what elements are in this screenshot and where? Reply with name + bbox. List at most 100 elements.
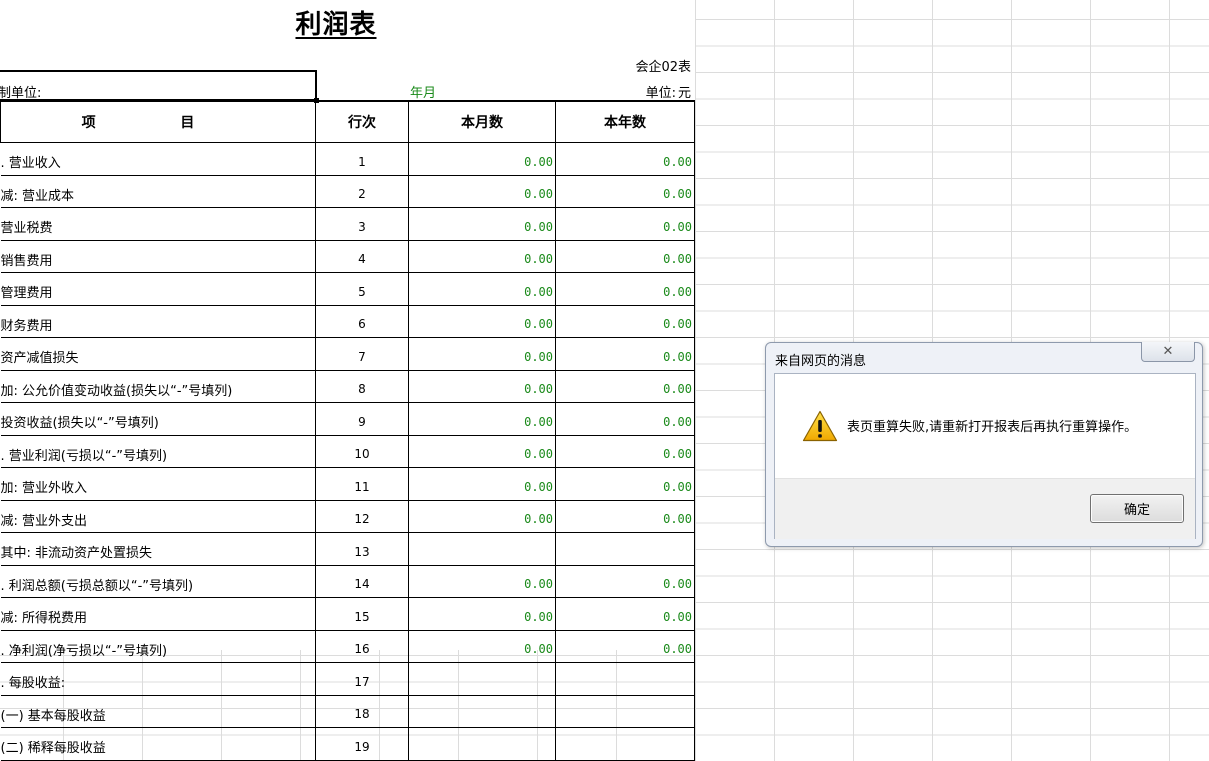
row-item-cell[interactable]: 财务费用 [0, 304, 316, 338]
row-item-cell[interactable]: . 营业利润(亏损以“-”号填列) [0, 434, 316, 468]
row-year-cell[interactable] [555, 694, 695, 728]
row-year-cell[interactable] [555, 662, 695, 696]
ok-button[interactable]: 确定 [1090, 494, 1184, 523]
row-line-cell[interactable]: 4 [315, 239, 409, 273]
row-month-cell[interactable]: 0.00 [408, 207, 556, 241]
row-year-cell[interactable]: 0.00 [555, 434, 695, 468]
dialog-footer: 确定 [775, 478, 1195, 539]
row-month-cell[interactable] [408, 727, 556, 761]
row-line-cell[interactable]: 9 [315, 402, 409, 436]
row-year-cell[interactable]: 0.00 [555, 272, 695, 306]
row-line-cell[interactable]: 3 [315, 207, 409, 241]
income-statement-table: 项 目 行次 本月数 本年数 . 营业收入 1 0.00 0.00 减: 营业成本 2 0.… [0, 100, 695, 761]
table-row: (一) 基本每股收益 18 [0, 694, 695, 728]
row-line-cell[interactable]: 8 [315, 369, 409, 403]
row-item-cell[interactable]: 管理费用 [0, 272, 316, 306]
table-row: 管理费用 5 0.00 0.00 [0, 272, 695, 306]
header-line: 行次 [315, 100, 409, 143]
row-month-cell[interactable]: 0.00 [408, 304, 556, 338]
row-item-cell[interactable]: 投资收益(损失以“-”号填列) [0, 402, 316, 436]
row-line-cell[interactable]: 6 [315, 304, 409, 338]
header-item: 项 目 [0, 100, 316, 143]
table-row: 财务费用 6 0.00 0.00 [0, 304, 695, 338]
row-year-cell[interactable]: 0.00 [555, 337, 695, 371]
row-line-cell[interactable]: 18 [315, 694, 409, 728]
row-month-cell[interactable]: 0.00 [408, 402, 556, 436]
row-year-cell[interactable]: 0.00 [555, 499, 695, 533]
row-item-cell[interactable]: . 净利润(净亏损以“-”号填列) [0, 629, 316, 663]
row-year-cell[interactable]: 0.00 [555, 597, 695, 631]
row-line-cell[interactable]: 7 [315, 337, 409, 371]
dialog-title: 来自网页的消息 [775, 354, 867, 369]
row-year-cell[interactable]: 0.00 [555, 369, 695, 403]
row-year-cell[interactable]: 0.00 [555, 239, 695, 273]
header-month: 本月数 [408, 100, 556, 143]
row-month-cell[interactable]: 0.00 [408, 629, 556, 663]
row-month-cell[interactable]: 0.00 [408, 239, 556, 273]
row-item-cell[interactable]: 资产减值损失 [0, 337, 316, 371]
table-row: (二) 稀释每股收益 19 [0, 727, 695, 761]
row-item-cell[interactable]: (二) 稀释每股收益 [0, 727, 316, 761]
row-month-cell[interactable]: 0.00 [408, 564, 556, 598]
row-line-cell[interactable]: 10 [315, 434, 409, 468]
row-year-cell[interactable] [555, 727, 695, 761]
row-year-cell[interactable]: 0.00 [555, 174, 695, 208]
dialog-message-area: 表页重算失败,请重新打开报表后再执行重算操作。 [775, 374, 1195, 478]
row-year-cell[interactable] [555, 532, 695, 566]
row-item-cell[interactable]: 加: 公允价值变动收益(损失以“-”号填列) [0, 369, 316, 403]
table-row: . 净利润(净亏损以“-”号填列) 16 0.00 0.00 [0, 629, 695, 663]
row-item-cell[interactable]: 减: 营业外支出 [0, 499, 316, 533]
row-year-cell[interactable]: 0.00 [555, 142, 695, 176]
row-line-cell[interactable]: 1 [315, 142, 409, 176]
row-item-cell[interactable]: (一) 基本每股收益 [0, 694, 316, 728]
row-line-cell[interactable]: 13 [315, 532, 409, 566]
row-month-cell[interactable]: 0.00 [408, 369, 556, 403]
row-year-cell[interactable]: 0.00 [555, 207, 695, 241]
row-month-cell[interactable] [408, 662, 556, 696]
row-month-cell[interactable]: 0.00 [408, 142, 556, 176]
row-month-cell[interactable]: 0.00 [408, 337, 556, 371]
row-month-cell[interactable]: 0.00 [408, 174, 556, 208]
table-row: . 每股收益: 17 [0, 662, 695, 696]
row-line-cell[interactable]: 16 [315, 629, 409, 663]
row-line-cell[interactable]: 15 [315, 597, 409, 631]
row-year-cell[interactable]: 0.00 [555, 629, 695, 663]
row-line-cell[interactable]: 5 [315, 272, 409, 306]
row-line-cell[interactable]: 14 [315, 564, 409, 598]
row-month-cell[interactable]: 0.00 [408, 467, 556, 501]
selected-cell-outline[interactable] [0, 70, 319, 103]
row-item-cell[interactable]: . 每股收益: [0, 662, 316, 696]
row-line-cell[interactable]: 12 [315, 499, 409, 533]
header-year: 本年数 [555, 100, 695, 143]
row-month-cell[interactable]: 0.00 [408, 272, 556, 306]
row-item-cell[interactable]: . 利润总额(亏损总额以“-”号填列) [0, 564, 316, 598]
row-item-cell[interactable]: 营业税费 [0, 207, 316, 241]
dialog-message: 表页重算失败,请重新打开报表后再执行重算操作。 [847, 420, 1138, 435]
message-dialog: 来自网页的消息 ✕ 表页重算失败,请重新打开报表后再执行重算操作。 确定 [765, 342, 1203, 547]
row-item-cell[interactable]: 减: 营业成本 [0, 174, 316, 208]
row-item-cell[interactable]: 减: 所得税费用 [0, 597, 316, 631]
row-year-cell[interactable]: 0.00 [555, 402, 695, 436]
row-month-cell[interactable]: 0.00 [408, 597, 556, 631]
close-button[interactable]: ✕ [1141, 342, 1195, 362]
row-item-cell[interactable]: 销售费用 [0, 239, 316, 273]
row-month-cell[interactable] [408, 532, 556, 566]
row-year-cell[interactable]: 0.00 [555, 467, 695, 501]
table-row: 销售费用 4 0.00 0.00 [0, 239, 695, 273]
row-item-cell[interactable]: 加: 营业外收入 [0, 467, 316, 501]
table-header-row: 项 目 行次 本月数 本年数 [0, 100, 695, 143]
row-month-cell[interactable]: 0.00 [408, 434, 556, 468]
table-row: . 营业利润(亏损以“-”号填列) 10 0.00 0.00 [0, 434, 695, 468]
row-year-cell[interactable]: 0.00 [555, 564, 695, 598]
table-row: . 利润总额(亏损总额以“-”号填列) 14 0.00 0.00 [0, 564, 695, 598]
row-month-cell[interactable]: 0.00 [408, 499, 556, 533]
row-line-cell[interactable]: 11 [315, 467, 409, 501]
row-item-cell[interactable]: . 营业收入 [0, 142, 316, 176]
row-line-cell[interactable]: 2 [315, 174, 409, 208]
table-row: 加: 营业外收入 11 0.00 0.00 [0, 467, 695, 501]
row-month-cell[interactable] [408, 694, 556, 728]
row-item-cell[interactable]: 其中: 非流动资产处置损失 [0, 532, 316, 566]
row-year-cell[interactable]: 0.00 [555, 304, 695, 338]
row-line-cell[interactable]: 17 [315, 662, 409, 696]
row-line-cell[interactable]: 19 [315, 727, 409, 761]
